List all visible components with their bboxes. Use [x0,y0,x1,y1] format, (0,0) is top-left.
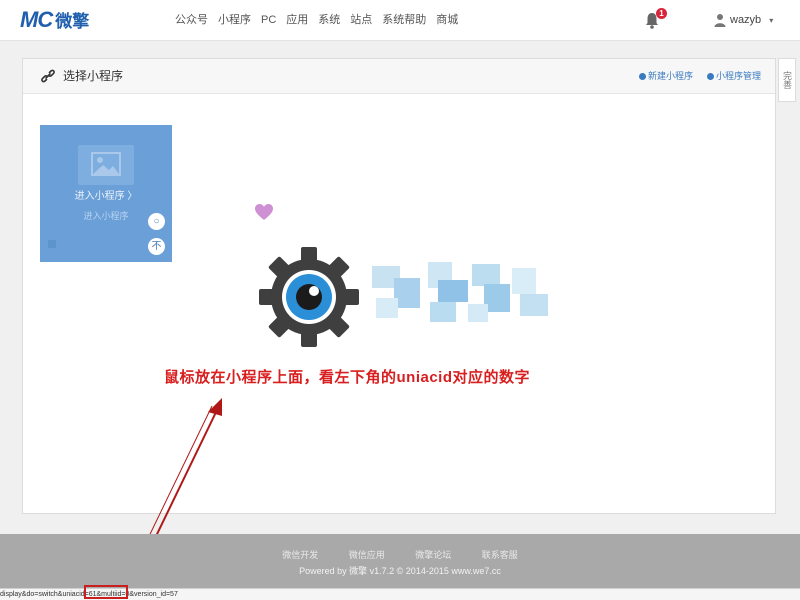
status-url-part1: display&do=switch& [0,591,63,598]
footer-link-support[interactable]: 联系客服 [482,550,518,560]
new-mini-program-link[interactable]: 新建小程序 [639,59,693,93]
browser-status-bar: display&do=switch&uniacid=61&multiid=0&v… [0,588,800,600]
plus-circle-icon [639,73,646,80]
nav-item-system[interactable]: 系统 [313,0,345,40]
enter-mini-program-label: 进入小程序 〉 [74,191,138,202]
card-refresh-button[interactable]: ○ [148,213,165,230]
nav-item-official-account[interactable]: 公众号 [170,0,213,40]
nav-item-mini-program[interactable]: 小程序 [213,0,256,40]
instruction-annotation: 鼠标放在小程序上面，看左下角的uniacid对应的数字 [164,369,531,386]
notification-badge: 1 [656,8,667,19]
card-corner-mark [48,240,56,248]
nav-item-system-help[interactable]: 系统帮助 [377,0,431,40]
nav-item-site[interactable]: 站点 [345,0,377,40]
nav-item-store[interactable]: 商城 [431,0,463,40]
new-mini-program-label: 新建小程序 [648,71,694,81]
logo-mark: MC [20,7,53,32]
heart-icon [255,204,273,220]
side-feedback-tab[interactable]: 完善 [778,58,796,102]
panel-header: 选择小程序 新建小程序 小程序管理 [23,59,775,94]
footer-link-dev[interactable]: 微信开发 [282,550,318,560]
footer-copyright: Powered by 微擎 v1.7.2 © 2014-2015 www.we7… [299,566,501,576]
list-circle-icon [707,73,714,80]
footer-link-forum[interactable]: 微擎论坛 [415,550,451,560]
panel-title: 选择小程序 [63,69,124,83]
logo-text: 微擎 [55,12,90,31]
link-icon [41,69,55,83]
main-menu: 公众号 小程序 PC 应用 系统 站点 系统帮助 商城 [170,0,463,40]
user-menu[interactable]: wazyb ▾ [714,10,773,30]
card-pin-button[interactable]: 不 [148,238,165,255]
manage-mini-program-label: 小程序管理 [716,71,762,81]
status-url-uniacid: uniacid=61 [62,591,97,598]
image-placeholder-glyph [91,152,121,176]
top-navbar: MC 微擎 公众号 小程序 PC 应用 系统 站点 系统帮助 商城 1 wazyb… [0,0,800,41]
page-footer: 微信开发 微信应用 微擎论坛 联系客服 Powered by 微擎 v1.7.2… [0,534,800,588]
nav-item-apps[interactable]: 应用 [281,0,313,40]
footer-link-apps[interactable]: 微信应用 [349,550,385,560]
user-name: wazyb [730,14,762,26]
footer-links: 微信开发 微信应用 微擎论坛 联系客服 [0,548,800,561]
blurred-brand-name [372,262,548,322]
nav-item-pc[interactable]: PC [256,0,281,40]
user-icon [714,14,726,27]
manage-mini-program-link[interactable]: 小程序管理 [707,59,761,93]
gear-eye-logo [259,247,359,347]
image-placeholder-icon [78,145,134,185]
brand-logo[interactable]: MC 微擎 [20,6,89,34]
status-url-part3: &multiid=0&version_id=57 [96,591,178,598]
caret-down-icon: ▾ [769,15,774,25]
